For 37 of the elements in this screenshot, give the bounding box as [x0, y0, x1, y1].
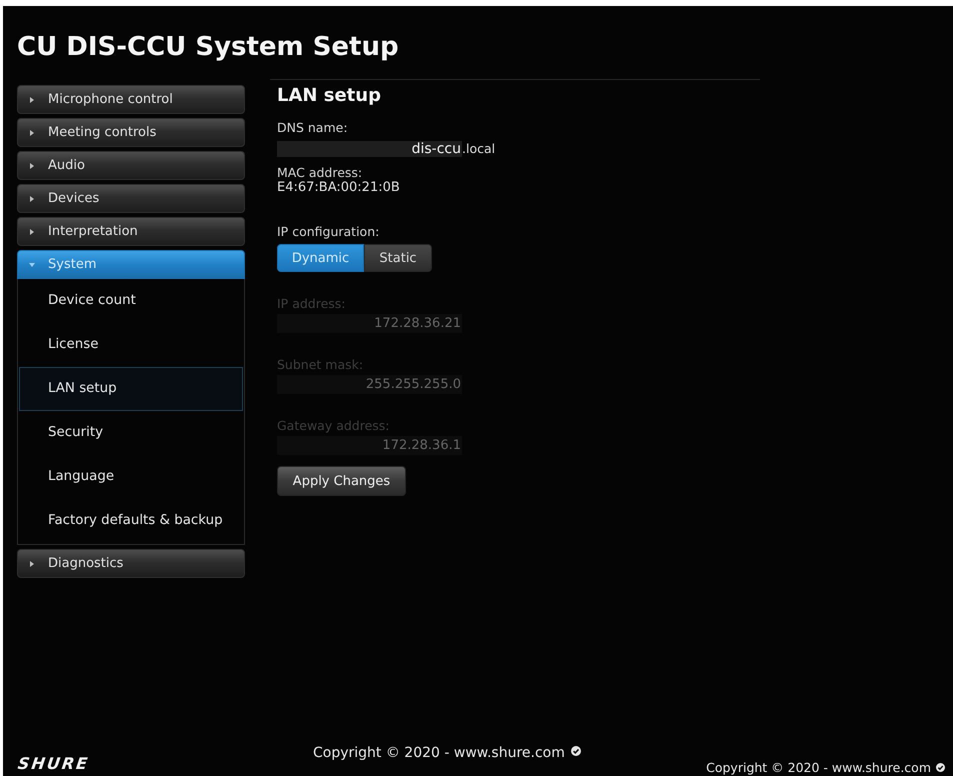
nav-submenu-item[interactable]: Factory defaults & backup	[19, 499, 243, 543]
field-value: E4:67:BA:00:21:0B	[277, 181, 400, 195]
nav-menu-item[interactable]: Devices	[17, 184, 245, 213]
check-circle-icon	[570, 746, 581, 756]
caret-down-icon	[29, 262, 35, 268]
caret-right-icon	[29, 560, 35, 566]
caret-right-icon	[29, 162, 35, 168]
nav-submenu-item[interactable]: Language	[19, 455, 243, 499]
field-label: MAC address:	[277, 166, 362, 180]
domain-suffix: .local	[462, 141, 496, 157]
caret-right-icon	[29, 130, 35, 136]
field-label: DNS name:	[277, 121, 348, 135]
caret-right-icon	[29, 196, 35, 202]
nav-submenu-item[interactable]: LAN setup	[19, 367, 243, 411]
field-label: IP configuration:	[277, 225, 380, 239]
check-circle-icon	[936, 763, 945, 772]
caret-right-icon	[29, 96, 35, 102]
toggle-option[interactable]: Static	[364, 244, 432, 272]
nav-submenu-item[interactable]: Device count	[19, 279, 243, 323]
nav-menu-item[interactable]: Diagnostics	[17, 549, 245, 578]
nav-menu-item[interactable]: Meeting controls	[17, 118, 245, 147]
page-title: CU DIS-CCU System Setup	[17, 31, 399, 64]
caret-right-icon	[29, 228, 35, 234]
brand-logo: SHURE	[16, 755, 90, 773]
nav-menu-item[interactable]: Microphone control	[17, 85, 245, 114]
nav-menu-item[interactable]: Audio	[17, 151, 245, 180]
copyright-text: Copyright © 2020 - www.shure.com	[313, 745, 565, 762]
nav-menu-item[interactable]: Interpretation	[17, 217, 245, 246]
apply-button[interactable]: Apply Changes	[277, 466, 406, 496]
input-field[interactable]: dis-ccu	[277, 141, 462, 157]
field-label: Gateway address:	[277, 419, 390, 433]
nav-submenu-item[interactable]: Security	[19, 411, 243, 455]
nav-submenu-item[interactable]: License	[19, 323, 243, 367]
field-label: IP address:	[277, 297, 346, 311]
copyright-text: Copyright © 2020 - www.shure.com	[706, 760, 931, 775]
section-heading: LAN setup	[277, 86, 381, 106]
field-label: Subnet mask:	[277, 358, 364, 372]
